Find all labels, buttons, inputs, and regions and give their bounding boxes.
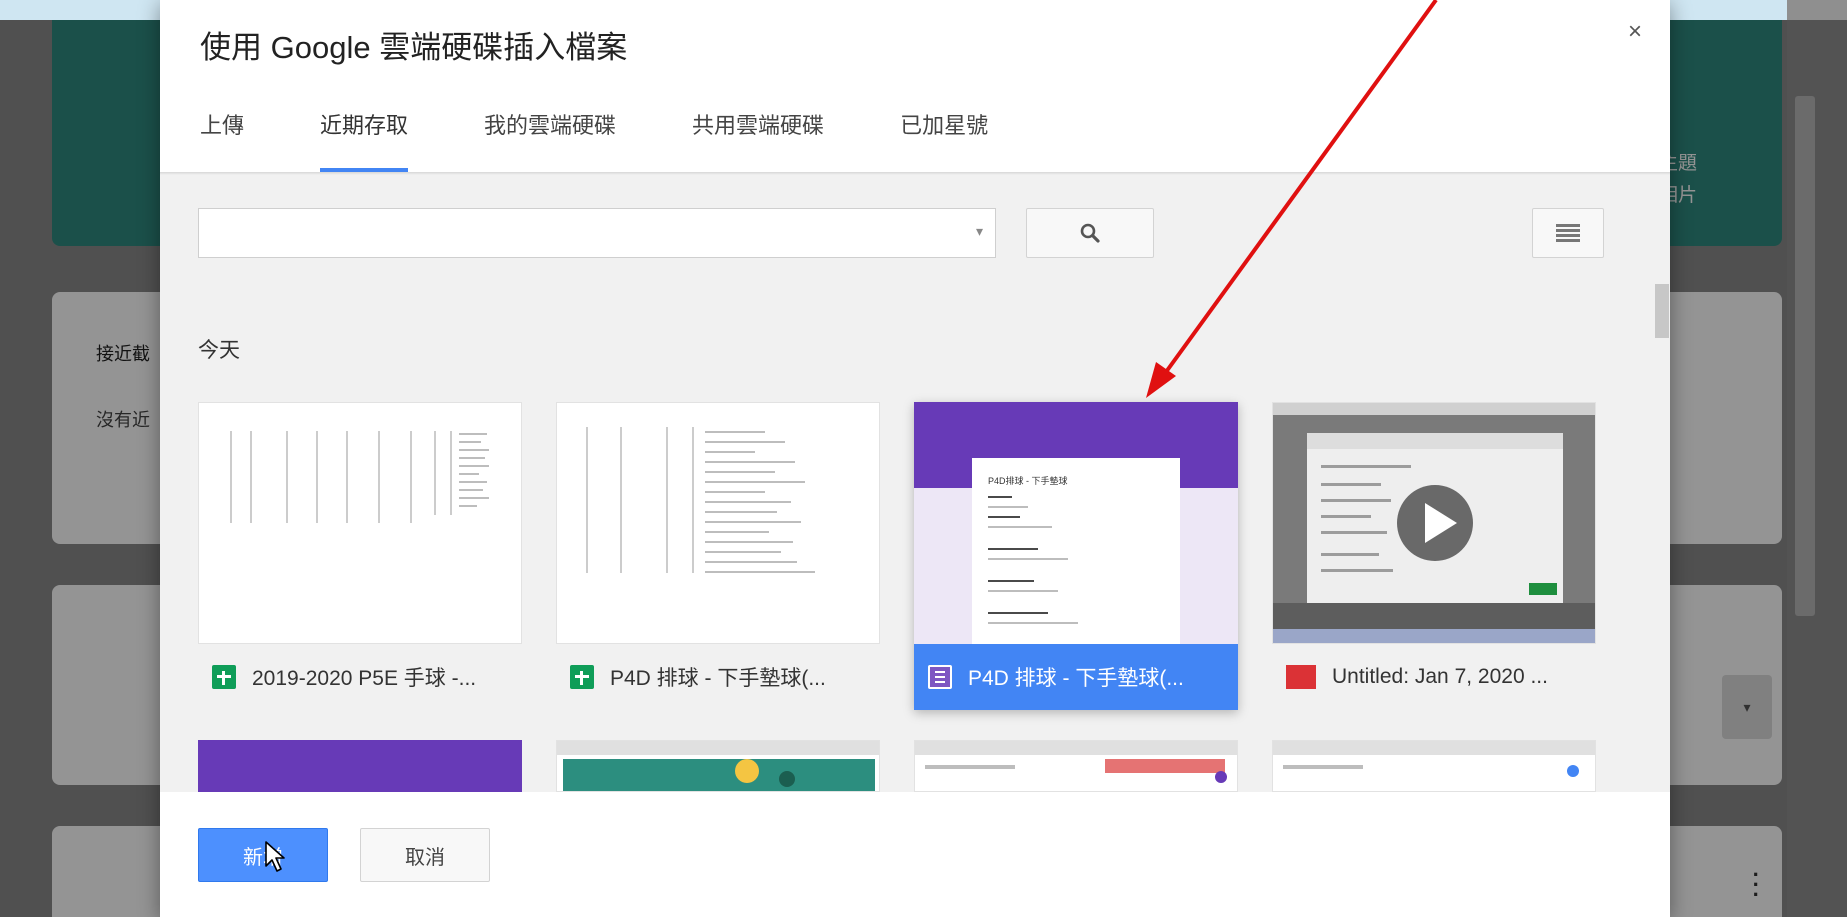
- file-thumbnail-screenshot: [1272, 740, 1596, 792]
- search-button[interactable]: [1026, 208, 1154, 258]
- file-card[interactable]: Untitled: Jan 7, 2020 ...: [1272, 402, 1596, 710]
- file-label-row: P4D 排球 - 下手墊球(...: [914, 644, 1238, 710]
- form-preview-title: P4D排球 - 下手墊球: [988, 476, 1068, 486]
- section-label-today: 今天: [198, 339, 240, 362]
- insert-button[interactable]: 新增: [198, 828, 328, 882]
- file-name: Untitled: Jan 7, 2020 ...: [1332, 665, 1548, 688]
- tab-shared-drives[interactable]: 共用雲端硬碟: [692, 108, 824, 172]
- dialog-title: 使用 Google 雲端硬碟插入檔案: [200, 30, 628, 65]
- search-options-dropdown-icon[interactable]: ▾: [976, 223, 983, 240]
- file-label-row: P4D 排球 - 下手墊球(...: [556, 644, 880, 710]
- list-view-icon: [1556, 224, 1580, 242]
- file-thumbnail-screenshot: [914, 740, 1238, 792]
- file-thumbnail-form: P4D排球 - 下手墊球: [914, 402, 1238, 644]
- tab-starred[interactable]: 已加星號: [900, 108, 988, 172]
- content-divider: [160, 172, 1670, 175]
- tab-upload[interactable]: 上傳: [200, 108, 244, 172]
- file-card-selected[interactable]: P4D排球 - 下手墊球 P4D 排球 - 下手墊球(...: [914, 402, 1238, 710]
- file-name: 2019-2020 P5E 手球 -...: [252, 667, 477, 690]
- file-card[interactable]: [198, 740, 522, 792]
- file-label-row: Untitled: Jan 7, 2020 ...: [1272, 644, 1596, 710]
- picker-content: ▾ 今天 2019-2020 P5E 手球 -... P4D 排球 - 下手墊球…: [160, 172, 1670, 792]
- drive-picker-dialog: 使用 Google 雲端硬碟插入檔案 × 上傳 近期存取 我的雲端硬碟 共用雲端…: [160, 0, 1670, 917]
- file-card[interactable]: [556, 740, 880, 792]
- file-card[interactable]: P4D 排球 - 下手墊球(...: [556, 402, 880, 710]
- file-thumbnail-video: [1272, 402, 1596, 644]
- mouse-cursor-icon: [265, 841, 285, 872]
- picker-scrollbar-track[interactable]: [1655, 284, 1669, 792]
- file-name: P4D 排球 - 下手墊球(...: [968, 667, 1184, 690]
- file-label-row: 2019-2020 P5E 手球 -...: [198, 644, 522, 710]
- file-thumbnail-form: [198, 740, 522, 792]
- search-input[interactable]: ▾: [198, 208, 996, 258]
- video-clapper-icon: [1286, 665, 1316, 689]
- google-forms-icon: [928, 665, 952, 689]
- file-name: P4D 排球 - 下手墊球(...: [610, 667, 826, 690]
- file-thumbnail-spreadsheet: [556, 402, 880, 644]
- file-thumbnail-screenshot: [556, 740, 880, 792]
- cancel-button[interactable]: 取消: [360, 828, 490, 882]
- google-sheets-icon: [212, 665, 236, 689]
- close-button[interactable]: ×: [1620, 18, 1650, 46]
- dialog-footer: 新增 取消: [160, 792, 1670, 917]
- list-view-button[interactable]: [1532, 208, 1604, 258]
- tab-my-drive[interactable]: 我的雲端硬碟: [484, 108, 616, 172]
- picker-tabs: 上傳 近期存取 我的雲端硬碟 共用雲端硬碟 已加星號: [200, 108, 1064, 172]
- tab-recent[interactable]: 近期存取: [320, 108, 409, 172]
- file-card[interactable]: [1272, 740, 1596, 792]
- file-card[interactable]: [914, 740, 1238, 792]
- search-icon: [1080, 223, 1100, 243]
- file-card[interactable]: 2019-2020 P5E 手球 -...: [198, 402, 522, 710]
- picker-scrollbar-thumb[interactable]: [1655, 284, 1669, 338]
- google-sheets-icon: [570, 665, 594, 689]
- file-thumbnail-spreadsheet: [198, 402, 522, 644]
